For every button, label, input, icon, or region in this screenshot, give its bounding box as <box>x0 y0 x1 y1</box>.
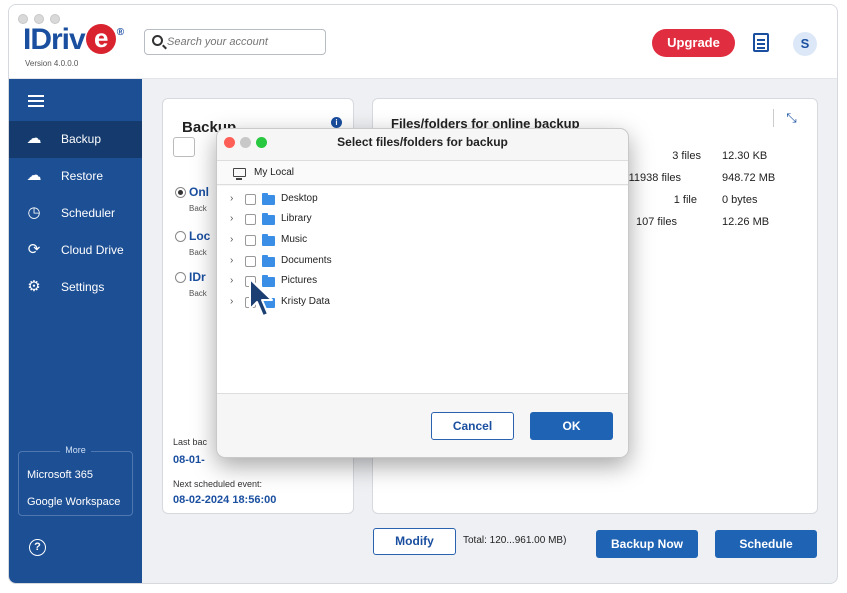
tree-row-documents[interactable]: › Documents <box>217 252 628 272</box>
more-section: More Microsoft 365 Google Workspace <box>18 445 133 516</box>
sidebar-item-settings[interactable]: ⚙ Settings <box>9 269 142 306</box>
folder-icon <box>262 193 275 205</box>
sidebar-item-restore[interactable]: ☁ Restore <box>9 158 142 195</box>
backup-now-button[interactable]: Backup Now <box>596 530 698 558</box>
next-event-label: Next scheduled event: <box>173 479 263 489</box>
tree-row-library[interactable]: › Library <box>217 210 628 230</box>
local-backup-label: Loc <box>189 229 211 243</box>
help-icon[interactable]: ? <box>29 539 46 556</box>
version-label: Version 4.0.0.0 <box>25 59 79 68</box>
next-event-value: 08-02-2024 18:56:00 <box>173 494 277 506</box>
file-count: 3 files <box>672 150 701 162</box>
sidebar: ☁ Backup ☁ Restore ◷ Scheduler ⟳ Cloud D… <box>9 79 142 583</box>
folder-checkbox[interactable] <box>245 256 256 267</box>
chevron-right-icon[interactable]: › <box>230 255 233 266</box>
info-icon[interactable]: i <box>331 117 342 128</box>
folder-label: Library <box>281 213 312 224</box>
online-backup-sub: Back <box>189 204 207 213</box>
local-backup-radio[interactable] <box>175 231 186 242</box>
logo-e-mark: e <box>85 24 116 54</box>
chevron-right-icon[interactable]: › <box>230 275 233 286</box>
folder-icon <box>262 213 275 225</box>
avatar[interactable]: S <box>793 32 817 56</box>
file-size: 12.30 KB <box>722 150 768 162</box>
search-icon <box>152 35 163 46</box>
hamburger-menu-icon[interactable] <box>28 95 44 97</box>
schedule-button[interactable]: Schedule <box>715 530 817 558</box>
folder-tree: › Desktop › Library › Music › Documents … <box>217 186 628 394</box>
chevron-right-icon[interactable]: › <box>230 296 233 307</box>
file-size: 12.26 MB <box>722 216 770 228</box>
folder-label: Desktop <box>281 193 318 204</box>
total-size-label: Total: 120...961.00 MB) <box>463 535 567 546</box>
file-size: 948.72 MB <box>722 172 776 184</box>
dialog-title: Select files/folders for backup <box>337 135 508 149</box>
file-count: 11938 files <box>628 172 681 184</box>
upgrade-button[interactable]: Upgrade <box>652 29 735 57</box>
select-files-dialog: Select files/folders for backup My Local… <box>216 128 629 458</box>
ok-button[interactable]: OK <box>530 412 613 440</box>
sync-icon: ⟳ <box>27 241 41 258</box>
sidebar-item-scheduler[interactable]: ◷ Scheduler <box>9 195 142 232</box>
gear-icon: ⚙ <box>27 278 41 295</box>
sidebar-item-label: Settings <box>61 280 105 294</box>
folder-label: Kristy Data <box>281 296 330 307</box>
online-backup-label: Onl <box>189 185 209 199</box>
sidebar-item-backup[interactable]: ☁ Backup <box>9 121 142 158</box>
clock-icon: ◷ <box>27 204 41 221</box>
last-backup-label: Last bac <box>173 437 208 447</box>
cloud-upload-icon: ☁ <box>26 130 42 147</box>
sidebar-item-label: Restore <box>61 169 104 183</box>
folder-checkbox[interactable] <box>245 194 256 205</box>
sidebar-item-label: Cloud Drive <box>61 243 124 257</box>
file-size: 0 bytes <box>722 194 758 206</box>
idrive-backup-label: IDr <box>189 270 206 284</box>
idrive-logo: IDriv e ® <box>23 23 124 57</box>
tree-row-pictures[interactable]: › Pictures <box>217 272 628 292</box>
cancel-button[interactable]: Cancel <box>431 412 514 440</box>
more-item-google-workspace[interactable]: Google Workspace <box>27 496 120 508</box>
location-label: My Local <box>254 167 295 178</box>
folder-icon <box>262 234 275 246</box>
tree-row-kristy-data[interactable]: › Kristy Data <box>217 293 628 313</box>
search-box[interactable] <box>144 29 326 55</box>
folder-icon <box>262 255 275 267</box>
expand-icon[interactable]: ⤡ <box>773 109 803 127</box>
notes-icon[interactable] <box>753 33 769 52</box>
search-input[interactable] <box>167 33 317 51</box>
chevron-right-icon[interactable]: › <box>230 213 233 224</box>
online-backup-radio[interactable] <box>175 187 186 198</box>
local-backup-sub: Back <box>189 248 207 257</box>
idrive-backup-sub: Back <box>189 289 207 298</box>
more-item-microsoft-365[interactable]: Microsoft 365 <box>27 469 93 481</box>
folder-label: Music <box>281 234 308 245</box>
file-count: 1 file <box>673 194 697 206</box>
logo-text: IDriv <box>23 23 86 56</box>
folder-checkbox[interactable] <box>245 235 256 246</box>
monitor-icon <box>233 168 246 180</box>
location-bar: My Local <box>217 160 628 185</box>
mouse-pointer-icon <box>249 278 273 317</box>
apple-icon[interactable] <box>173 137 195 157</box>
chevron-right-icon[interactable]: › <box>230 193 233 204</box>
sidebar-item-label: Scheduler <box>61 206 116 220</box>
chevron-right-icon[interactable]: › <box>230 234 233 245</box>
more-label: More <box>60 445 91 455</box>
cloud-download-icon: ☁ <box>26 167 42 184</box>
last-backup-value: 08-01- <box>173 454 205 466</box>
tree-row-music[interactable]: › Music <box>217 231 628 251</box>
folder-label: Documents <box>281 255 332 266</box>
modify-button[interactable]: Modify <box>373 528 456 555</box>
logo-registered-mark: ® <box>116 27 124 38</box>
tree-row-desktop[interactable]: › Desktop <box>217 190 628 210</box>
folder-label: Pictures <box>281 275 318 286</box>
sidebar-item-label: Backup <box>61 132 102 146</box>
sidebar-item-cloud-drive[interactable]: ⟳ Cloud Drive <box>9 232 142 269</box>
idrive-backup-radio[interactable] <box>175 272 186 283</box>
header-bar: IDrive® Version 4.0.0.0 Upgrade S <box>9 5 837 79</box>
folder-checkbox[interactable] <box>245 214 256 225</box>
